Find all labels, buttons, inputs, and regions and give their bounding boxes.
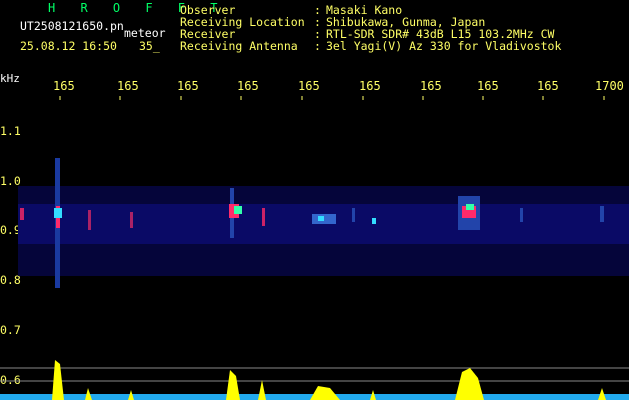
x-tick: 165 bbox=[477, 79, 499, 93]
meta-value-antenna: 3el Yagi(V) Az 330 for Vladivostok bbox=[326, 39, 562, 53]
amplitude-trace bbox=[0, 360, 629, 400]
meta-colon: : bbox=[314, 39, 321, 53]
x-tick: 165 bbox=[420, 79, 442, 93]
x-tick: 1700 bbox=[595, 79, 624, 93]
spectrogram bbox=[0, 96, 629, 400]
x-tick: 165 bbox=[237, 79, 259, 93]
y-unit-label: kHz bbox=[0, 72, 20, 85]
meteor-count: 35_ bbox=[139, 39, 160, 53]
x-tick: 165 bbox=[537, 79, 559, 93]
x-tick: 165 bbox=[117, 79, 139, 93]
meteor-tag: meteor bbox=[124, 26, 166, 40]
header-panel: H R O F F T UT2508121650.pn meteor 25.08… bbox=[0, 0, 629, 70]
x-tick: 165 bbox=[359, 79, 381, 93]
x-tick-marks bbox=[59, 96, 605, 100]
x-tick: 165 bbox=[53, 79, 75, 93]
x-tick: 165 bbox=[298, 79, 320, 93]
datetime-label: 25.08.12 16:50 bbox=[20, 39, 117, 53]
file-name: UT2508121650.pn bbox=[20, 19, 124, 33]
x-tick: 165 bbox=[177, 79, 199, 93]
meta-key-antenna: Receiving Antenna bbox=[180, 39, 298, 53]
